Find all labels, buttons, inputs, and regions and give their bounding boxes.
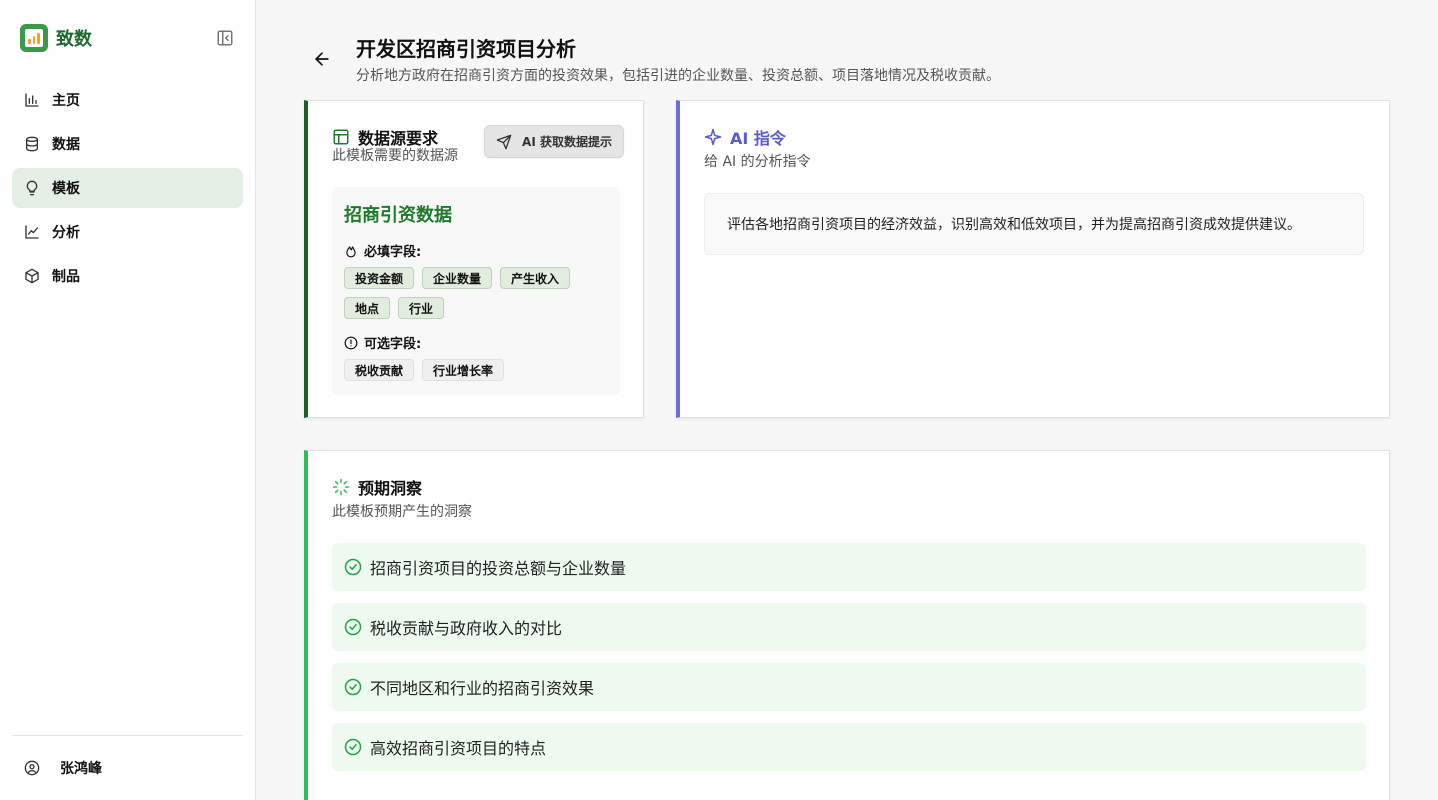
ai-prompt-title: AI 指令 (730, 129, 786, 148)
insight-item: 税收贡献与政府收入的对比 (332, 603, 1366, 651)
insight-text: 招商引资项目的投资总额与企业数量 (370, 559, 627, 578)
ai-data-hint-label: AI 获取数据提示 (522, 135, 612, 149)
user-name: 张鸿峰 (60, 761, 102, 777)
info-icon (344, 336, 358, 350)
line-chart-icon (24, 224, 40, 240)
sidebar-item-label: 模板 (52, 181, 80, 197)
sidebar-item-label: 主页 (52, 93, 80, 109)
optional-field-tag: 税收贡献 (344, 359, 415, 381)
check-circle-icon (344, 738, 362, 756)
insight-item: 招商引资项目的投资总额与企业数量 (332, 543, 1366, 591)
insight-item: 不同地区和行业的招商引资效果 (332, 663, 1366, 711)
required-fields-list: 投资金额 企业数量 产生收入 地点 行业 (344, 267, 614, 319)
ai-prompt-text: 评估各地招商引资项目的经济效益，识别高效和低效项目，并为提高招商引资成效提供建议… (704, 193, 1364, 255)
sidebar: 致数 主页 数据 模板 分析 制品 张鸿峰 (0, 0, 256, 800)
user-menu[interactable]: 张鸿峰 (12, 735, 243, 800)
ai-prompt-header: AI 指令 (704, 125, 786, 149)
send-icon (496, 134, 512, 150)
page-description: 分析地方政府在招商引资方面的投资效果，包括引进的企业数量、投资总额、项目落地情况… (356, 68, 1000, 84)
required-fields-label: 必填字段: (344, 241, 421, 260)
datasource-card: 数据源要求 此模板需要的数据源 AI 获取数据提示 招商引资数据 必填字段: 投… (304, 100, 644, 418)
sidebar-item-home[interactable]: 主页 (12, 80, 243, 120)
insight-item: 高效招商引资项目的特点 (332, 723, 1366, 771)
insights-list: 招商引资项目的投资总额与企业数量 税收贡献与政府收入的对比 不同地区和行业的招商… (332, 543, 1366, 783)
insight-text: 不同地区和行业的招商引资效果 (370, 679, 595, 698)
insights-subtitle: 此模板预期产生的洞察 (332, 504, 472, 520)
sidebar-item-label: 数据 (52, 137, 80, 153)
required-field-tag: 企业数量 (422, 267, 493, 289)
table-icon (332, 128, 350, 146)
sidebar-item-artifacts[interactable]: 制品 (12, 256, 243, 296)
sidebar-item-label: 分析 (52, 225, 80, 241)
datasource-detail: 招商引资数据 必填字段: 投资金额 企业数量 产生收入 地点 行业 可选字段: … (332, 187, 620, 395)
sidebar-nav: 主页 数据 模板 分析 制品 (12, 80, 243, 300)
required-field-tag: 行业 (398, 297, 445, 319)
insight-text: 高效招商引资项目的特点 (370, 739, 547, 758)
check-circle-icon (344, 678, 362, 696)
sidebar-item-data[interactable]: 数据 (12, 124, 243, 164)
insights-header: 预期洞察 (332, 475, 422, 499)
database-icon (24, 136, 40, 152)
required-field-tag: 地点 (344, 297, 391, 319)
insight-text: 税收贡献与政府收入的对比 (370, 619, 563, 638)
back-arrow-icon[interactable] (312, 49, 332, 69)
required-field-tag: 投资金额 (344, 267, 415, 289)
flame-icon (344, 244, 358, 258)
brand[interactable]: 致数 (20, 24, 92, 52)
insights-card: 预期洞察 此模板预期产生的洞察 招商引资项目的投资总额与企业数量 税收贡献与政府… (304, 450, 1390, 800)
sidebar-collapse-icon[interactable] (216, 29, 234, 47)
box-icon (24, 268, 40, 284)
optional-field-tag: 行业增长率 (422, 359, 505, 381)
brand-name: 致数 (56, 29, 92, 50)
check-circle-icon (344, 618, 362, 636)
sidebar-item-templates[interactable]: 模板 (12, 168, 243, 208)
loader-icon (332, 478, 350, 496)
insights-title: 预期洞察 (358, 479, 423, 498)
ai-prompt-card: AI 指令 给 AI 的分析指令 评估各地招商引资项目的经济效益，识别高效和低效… (676, 100, 1390, 418)
user-circle-icon (24, 760, 40, 776)
ai-prompt-subtitle: 给 AI 的分析指令 (704, 154, 811, 170)
datasource-subtitle: 此模板需要的数据源 (332, 148, 458, 164)
lightbulb-icon (24, 180, 40, 196)
bar-chart-icon (24, 92, 40, 108)
sidebar-item-label: 制品 (52, 269, 80, 285)
sparkle-icon (704, 128, 722, 146)
sidebar-item-analysis[interactable]: 分析 (12, 212, 243, 252)
bar-chart-logo-icon (20, 24, 48, 52)
optional-fields-label: 可选字段: (344, 333, 421, 352)
datasource-name: 招商引资数据 (344, 205, 452, 226)
check-circle-icon (344, 558, 362, 576)
optional-fields-list: 税收贡献 行业增长率 (344, 359, 614, 381)
ai-data-hint-button[interactable]: AI 获取数据提示 (484, 125, 624, 158)
page-title: 开发区招商引资项目分析 (356, 37, 576, 61)
required-field-tag: 产生收入 (500, 267, 571, 289)
